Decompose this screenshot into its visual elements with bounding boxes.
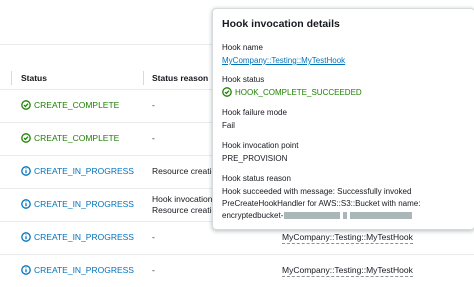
redacted-block: [343, 212, 348, 219]
status-reason-line: PreCreateHookHandler for AWS::S3::Bucket…: [222, 199, 421, 208]
status-reason-line: Hook succeeded with message: Successfull…: [222, 187, 412, 196]
info-circle-icon: [21, 166, 31, 176]
status-reason: Hook invocations: [152, 194, 217, 204]
hook-name-label: Hook name: [222, 43, 263, 52]
status-cell: CREATE_IN_PROGRESS: [21, 265, 134, 275]
redacted-block: [284, 212, 341, 219]
info-circle-icon: [21, 265, 31, 275]
info-circle-icon: [21, 232, 31, 242]
info-circle-icon: [21, 199, 31, 209]
redacted-block: [350, 212, 413, 219]
failure-mode-value: Fail: [222, 121, 235, 130]
status-reason: Resource creation: [152, 205, 221, 215]
status-text: CREATE_IN_PROGRESS: [34, 199, 134, 209]
popover-title: Hook invocation details: [222, 18, 340, 30]
check-circle-icon: [21, 100, 31, 110]
status-reason: Resource creation: [152, 166, 221, 176]
table-row: CREATE_IN_PROGRESS - MyCompany::Testing:…: [0, 254, 474, 287]
column-header-status-reason[interactable]: Status reason: [152, 73, 208, 83]
status-text: CREATE_IN_PROGRESS: [34, 232, 134, 242]
failure-mode-label: Hook failure mode: [222, 108, 287, 117]
status-cell: CREATE_COMPLETE: [21, 133, 119, 143]
invocation-point-value: PRE_PROVISION: [222, 154, 288, 163]
column-header-status[interactable]: Status: [21, 73, 47, 83]
hook-invocation-popover: Hook invocation details Hook name MyComp…: [212, 8, 474, 230]
hook-popover-trigger[interactable]: MyCompany::Testing::MyTestHook: [282, 232, 413, 244]
bucket-name-prefix: encryptedbucket-: [222, 211, 284, 220]
status-text: CREATE_IN_PROGRESS: [34, 265, 134, 275]
status-cell: CREATE_IN_PROGRESS: [21, 199, 134, 209]
hook-status-text: HOOK_COMPLETE_SUCCEEDED: [235, 87, 362, 97]
status-reason: -: [152, 133, 155, 143]
hook-status-value: HOOK_COMPLETE_SUCCEEDED: [222, 87, 362, 97]
status-cell: CREATE_IN_PROGRESS: [21, 166, 134, 176]
status-cell: CREATE_COMPLETE: [21, 100, 119, 110]
hook-popover-trigger[interactable]: MyCompany::Testing::MyTestHook: [282, 265, 413, 277]
column-separator: [143, 71, 144, 85]
status-cell: CREATE_IN_PROGRESS: [21, 232, 134, 242]
column-separator: [11, 71, 12, 85]
status-reason: -: [152, 100, 155, 110]
check-circle-icon: [222, 87, 232, 97]
status-text: CREATE_COMPLETE: [34, 100, 120, 110]
status-reason: -: [152, 232, 155, 242]
check-circle-icon: [21, 133, 31, 143]
status-text: CREATE_COMPLETE: [34, 133, 120, 143]
status-reason: -: [152, 265, 155, 275]
status-reason-label: Hook status reason: [222, 174, 291, 183]
status-text: CREATE_IN_PROGRESS: [34, 166, 134, 176]
invocation-point-label: Hook invocation point: [222, 141, 299, 150]
status-reason-line: encryptedbucket-: [222, 211, 413, 220]
hook-status-label: Hook status: [222, 75, 265, 84]
hook-name-link[interactable]: MyCompany::Testing::MyTestHook: [222, 56, 345, 65]
